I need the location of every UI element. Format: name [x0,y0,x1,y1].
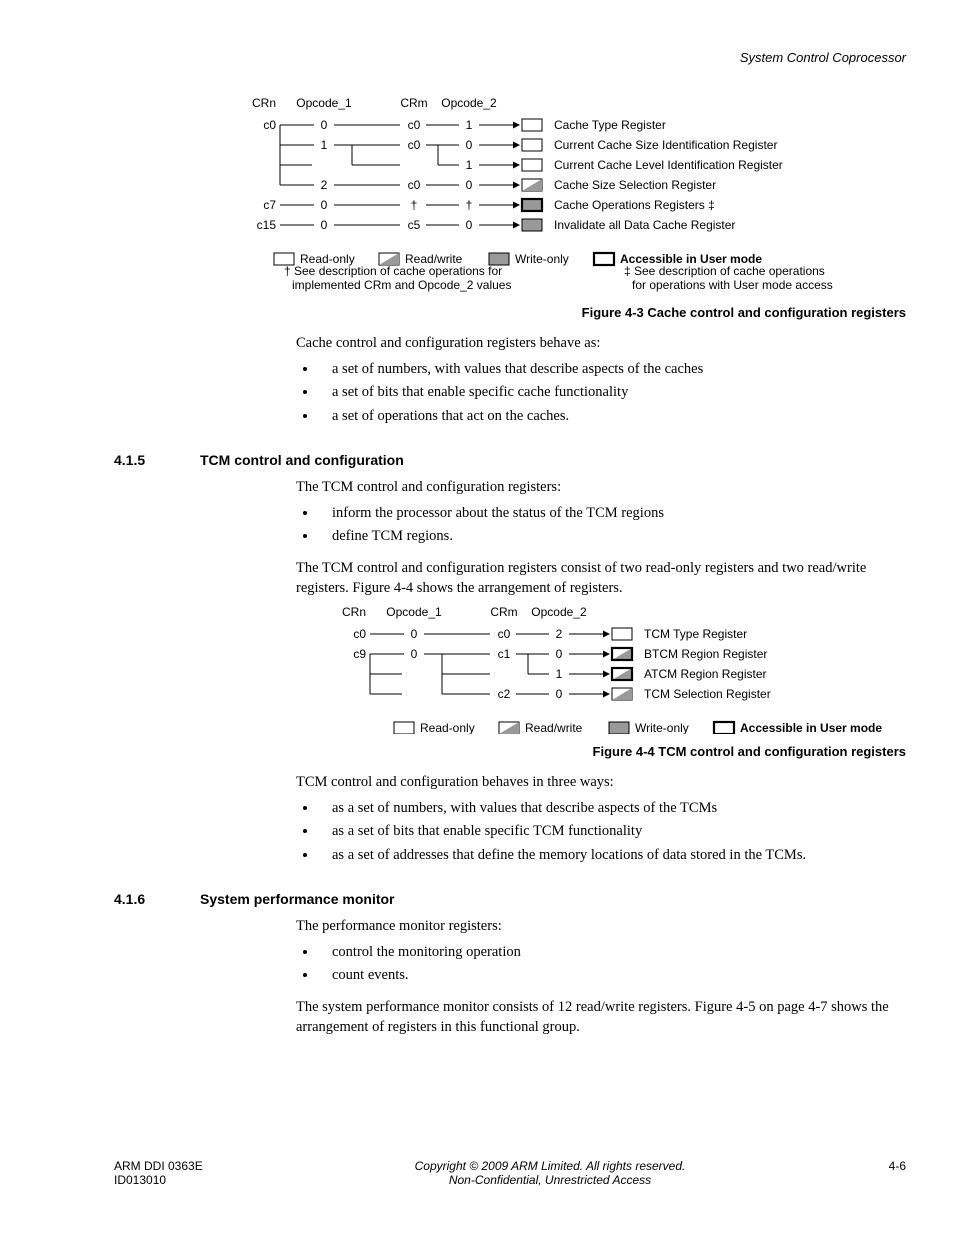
svg-text:2: 2 [556,627,563,641]
para-tcm-desc: The TCM control and configuration regist… [296,559,906,598]
svg-text:0: 0 [466,178,473,192]
svg-text:0: 0 [411,647,418,661]
page-content: CRn Opcode_1 CRm Opcode_2 c0 0 c0 1 Cache Type R… [114,95,906,1043]
svg-text:0: 0 [556,647,563,661]
svg-text:c15: c15 [257,218,277,232]
svg-text:CRn: CRn [342,605,366,619]
svg-text:Write-only: Write-only [515,252,569,266]
footer-doc-id: ARM DDI 0363E [114,1159,274,1173]
section-number: 4.1.5 [114,452,200,468]
svg-text:c1: c1 [498,647,511,661]
svg-text:1: 1 [321,138,328,152]
svg-text:Opcode_2: Opcode_2 [441,96,497,110]
svg-text:c0: c0 [408,118,421,132]
svg-text:TCM Type Register: TCM Type Register [644,627,747,641]
svg-text:1: 1 [466,158,473,172]
section-number: 4.1.6 [114,891,200,907]
footer-mid: Copyright © 2009 ARM Limited. All rights… [274,1159,826,1187]
svg-text:implemented CRm and Opcode_2 v: implemented CRm and Opcode_2 values [292,278,511,292]
svg-text:Opcode_2: Opcode_2 [531,605,587,619]
list-item: count events. [318,966,906,986]
svg-text:0: 0 [321,218,328,232]
svg-text:†: † [466,198,473,212]
svg-text:BTCM Region Register: BTCM Region Register [644,647,767,661]
list-item: inform the processor about the status of… [318,504,906,524]
list-item: a set of bits that enable specific cache… [318,383,906,403]
svg-text:Invalidate all Data Cache Regi: Invalidate all Data Cache Register [554,218,735,232]
svg-text:c0: c0 [263,118,276,132]
para-perf-desc: The system performance monitor consists … [296,998,906,1037]
list-perf-registers: control the monitoring operation count ev… [296,943,906,986]
list-cache-behavior: a set of numbers, with values that descr… [296,360,906,427]
svg-text:Current Cache Level Identifica: Current Cache Level Identification Regis… [554,158,783,172]
svg-text:0: 0 [466,218,473,232]
svg-text:c0: c0 [353,627,366,641]
svg-text:c5: c5 [408,218,421,232]
svg-text:1: 1 [466,118,473,132]
svg-text:Current Cache Size Identificat: Current Cache Size Identification Regist… [554,138,777,152]
svg-text:CRn: CRn [252,96,276,110]
footer-page: 4-6 [826,1159,906,1173]
svg-text:TCM Selection Register: TCM Selection Register [644,687,771,701]
svg-text:0: 0 [466,138,473,152]
svg-text:‡ See description of cache ope: ‡ See description of cache operations [624,264,825,278]
svg-text:0: 0 [411,627,418,641]
svg-text:0: 0 [321,118,328,132]
svg-text:0: 0 [321,198,328,212]
svg-text:c0: c0 [408,178,421,192]
svg-text:Cache Size Selection Register: Cache Size Selection Register [554,178,716,192]
svg-text:† See description of cache ope: † See description of cache operations fo… [284,264,502,278]
figure-4-3-caption: Figure 4-3 Cache control and configurati… [114,305,906,320]
para-tcm-intro: The TCM control and configuration regist… [296,478,906,498]
footer-id: ID013010 [114,1173,274,1187]
list-item: as a set of addresses that define the me… [318,846,906,866]
svg-text:Opcode_1: Opcode_1 [386,605,442,619]
page-header: System Control Coprocessor [740,50,906,65]
section-title: System performance monitor [200,891,395,907]
svg-text:1: 1 [556,667,563,681]
page-footer: ARM DDI 0363E ID013010 Copyright © 2009 … [114,1159,906,1187]
svg-text:Write-only: Write-only [635,721,689,734]
section-title: TCM control and configuration [200,452,404,468]
svg-text:Cache Operations Registers ‡: Cache Operations Registers ‡ [554,198,715,212]
svg-text:Accessible in User mode: Accessible in User mode [740,721,882,734]
figure-4-4-diagram: CRn Opcode_1 CRm Opcode_2 c0 0 c0 2 TCM Type Reg… [334,604,914,734]
para-tcm-behavior-intro: TCM control and configuration behaves in… [296,773,906,793]
figure-4-3-diagram: CRn Opcode_1 CRm Opcode_2 c0 0 c0 1 Cache Type R… [244,95,904,295]
svg-text:ATCM Region Register: ATCM Region Register [644,667,766,681]
list-item: as a set of bits that enable specific TC… [318,822,906,842]
para-cache-intro: Cache control and configuration register… [296,334,906,354]
svg-text:0: 0 [556,687,563,701]
svg-text:Read/write: Read/write [525,721,583,734]
list-tcm-behavior: as a set of numbers, with values that de… [296,799,906,866]
svg-text:c0: c0 [408,138,421,152]
svg-text:CRm: CRm [490,605,517,619]
svg-text:Opcode_1: Opcode_1 [296,96,352,110]
footer-classification: Non-Confidential, Unrestricted Access [274,1173,826,1187]
svg-text:2: 2 [321,178,328,192]
svg-text:c0: c0 [498,627,511,641]
footer-copyright: Copyright © 2009 ARM Limited. All rights… [274,1159,826,1173]
list-item: a set of operations that act on the cach… [318,407,906,427]
svg-text:c2: c2 [498,687,511,701]
list-tcm-registers: inform the processor about the status of… [296,504,906,547]
svg-text:†: † [411,198,418,212]
list-item: control the monitoring operation [318,943,906,963]
svg-text:CRm: CRm [400,96,427,110]
section-4-1-6-heading: 4.1.6 System performance monitor [114,891,906,907]
svg-text:c7: c7 [263,198,276,212]
figure-4-4-caption: Figure 4-4 TCM control and configuration… [114,744,906,759]
footer-left: ARM DDI 0363E ID013010 [114,1159,274,1187]
list-item: as a set of numbers, with values that de… [318,799,906,819]
list-item: a set of numbers, with values that descr… [318,360,906,380]
svg-text:Read-only: Read-only [420,721,475,734]
list-item: define TCM regions. [318,527,906,547]
svg-text:c9: c9 [353,647,366,661]
section-4-1-5-heading: 4.1.5 TCM control and configuration [114,452,906,468]
para-perf-intro: The performance monitor registers: [296,917,906,937]
svg-text:Cache Type Register: Cache Type Register [554,118,666,132]
svg-text:for operations with User mode: for operations with User mode access [632,278,833,292]
